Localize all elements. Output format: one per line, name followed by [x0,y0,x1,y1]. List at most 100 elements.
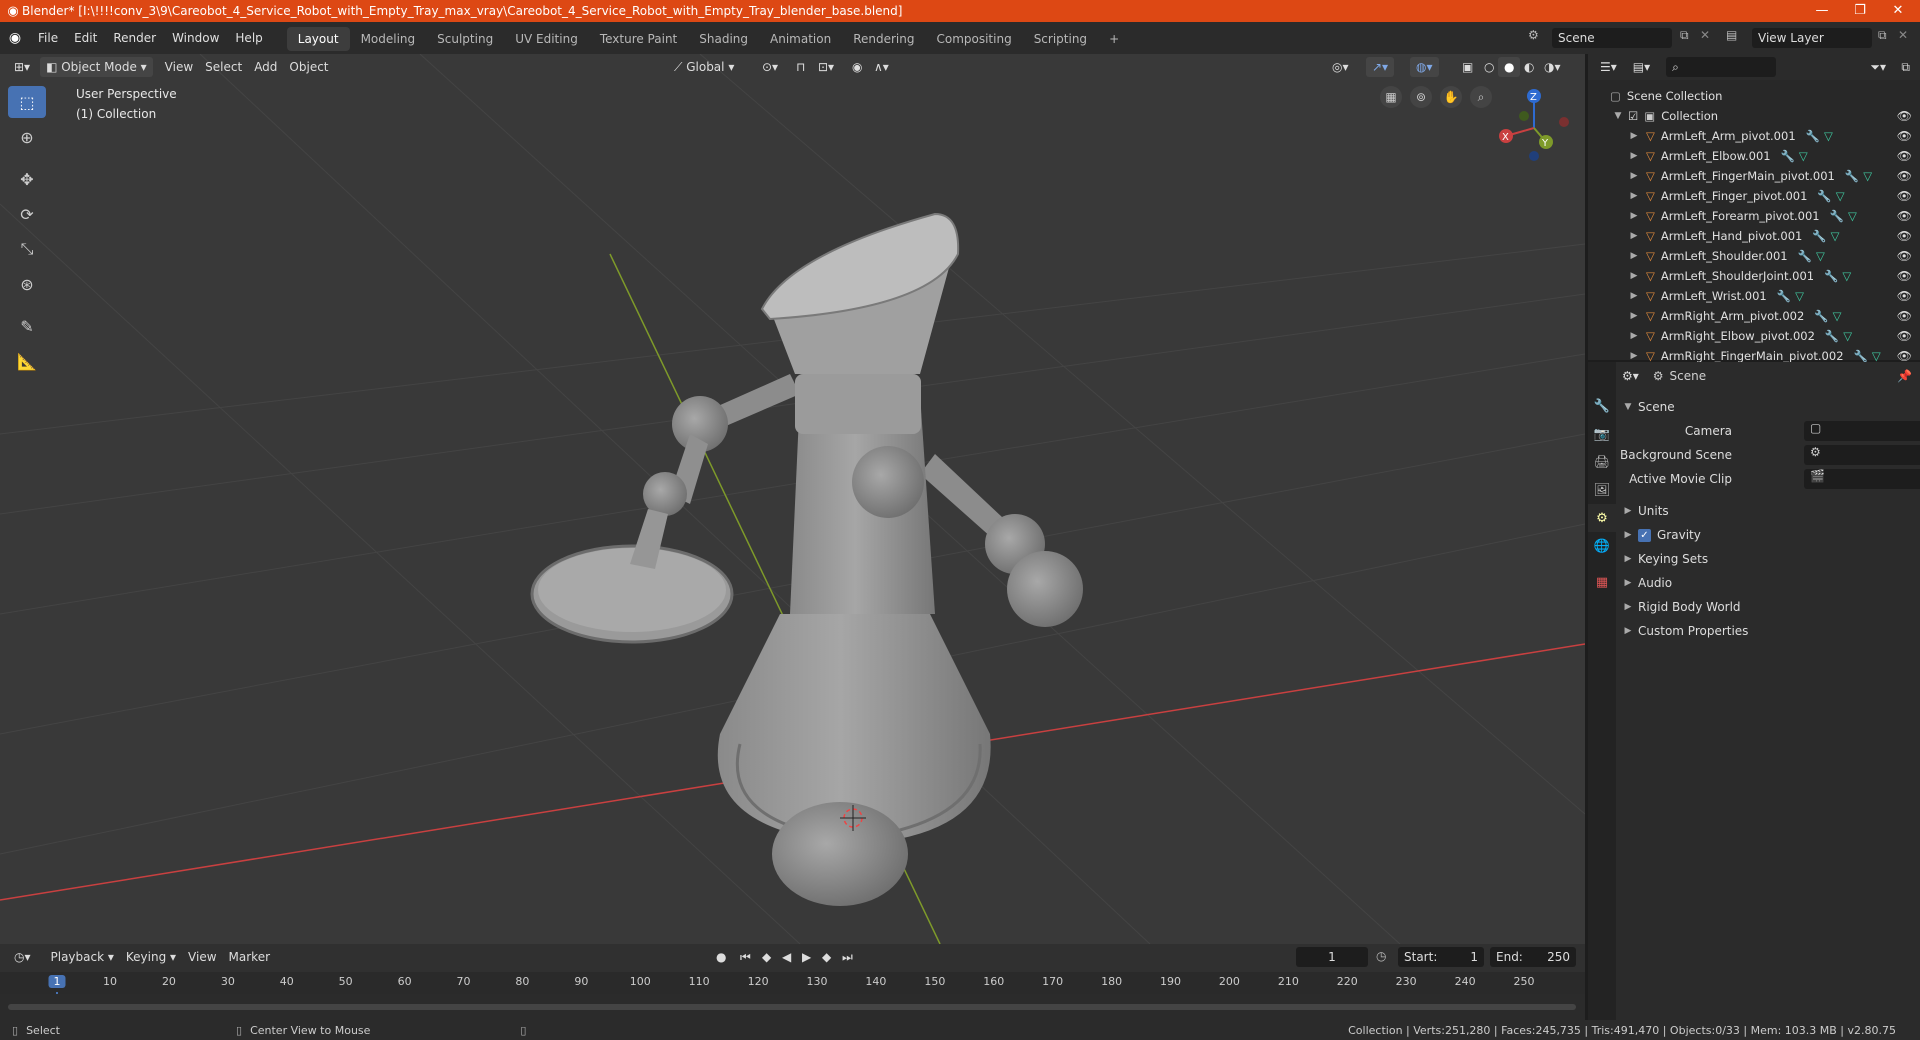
item-expand-icon[interactable]: ▶ [1628,171,1640,181]
pivot-icon[interactable]: ⊙▾ [756,57,784,77]
item-expand-icon[interactable]: ▶ [1628,151,1640,161]
tool-tab-icon[interactable]: 🔧 [1588,392,1616,420]
zoom-icon[interactable]: ⌕ [1470,86,1492,108]
filter-icon[interactable]: ⏷▾ [1864,57,1892,77]
gravity-expand-icon[interactable]: ▶ [1622,530,1634,540]
timeline-menu-marker[interactable]: Marker [223,947,276,967]
modifier-icon[interactable]: 🔧 [1825,329,1839,343]
menu-file[interactable]: File [30,22,66,54]
item-visibility-icon[interactable]: 👁 [1897,289,1912,303]
outliner-item[interactable]: ▶ ▽ ArmLeft_FingerMain_pivot.001 🔧 ▽ 👁 [1588,166,1920,186]
item-expand-icon[interactable]: ▶ [1628,211,1640,221]
display-mode-icon[interactable]: ▤▾ [1627,57,1656,77]
editor-type-icon[interactable]: ⊞▾ [8,57,36,77]
modifier-icon[interactable]: 🔧 [1830,209,1844,223]
blender-menu-icon[interactable]: ◉ [0,30,30,46]
mesh-data-icon[interactable]: ▽ [1848,209,1857,223]
scene-field[interactable]: Scene [1552,28,1672,48]
outliner-search-input[interactable]: ⌕ [1666,57,1777,77]
tab-shading[interactable]: Shading [688,27,759,51]
outliner-scene-collection[interactable]: ▢ Scene Collection [1588,86,1920,106]
modifier-icon[interactable]: 🔧 [1814,309,1828,323]
outliner-item[interactable]: ▶ ▽ ArmLeft_Elbow.001 🔧 ▽ 👁 [1588,146,1920,166]
new-view-layer-icon[interactable]: ⧉ [1878,28,1887,43]
mesh-data-icon[interactable]: ▽ [1863,169,1872,183]
mode-dropdown[interactable]: ◧ Object Mode ▾ [40,57,153,77]
modifier-icon[interactable]: 🔧 [1845,169,1859,183]
play-icon[interactable]: ▶ [796,947,817,967]
outliner-item[interactable]: ▶ ▽ ArmLeft_Forearm_pivot.001 🔧 ▽ 👁 [1588,206,1920,226]
mesh-data-icon[interactable]: ▽ [1836,189,1845,203]
mesh-data-icon[interactable]: ▽ [1833,309,1842,323]
measure-tool-icon[interactable]: 📐 [8,345,46,377]
viewport-menu-add[interactable]: Add [248,57,283,77]
pin-icon[interactable]: 📌 [1897,369,1912,383]
item-visibility-icon[interactable]: 👁 [1897,329,1912,343]
transform-tool-icon[interactable]: ⊛ [8,268,46,300]
item-expand-icon[interactable]: ▶ [1628,191,1640,201]
prev-keyframe-icon[interactable]: ◆ [756,947,777,967]
tab-animation[interactable]: Animation [759,27,842,51]
scale-tool-icon[interactable]: ⤡ [8,233,46,265]
menu-edit[interactable]: Edit [66,22,105,54]
next-keyframe-icon[interactable]: ◆ [816,947,837,967]
item-expand-icon[interactable]: ▶ [1628,331,1640,341]
units-expand-icon[interactable]: ▶ [1622,506,1634,516]
mesh-data-icon[interactable]: ▽ [1824,129,1833,143]
close-button[interactable]: ✕ [1876,0,1920,22]
modifier-icon[interactable]: 🔧 [1781,149,1795,163]
collection-checkbox[interactable]: ☑ [1628,109,1638,123]
outliner-item[interactable]: ▶ ▽ ArmLeft_Finger_pivot.001 🔧 ▽ 👁 [1588,186,1920,206]
timeline-ruler[interactable]: 1 10 20 30 40 50 60 70 80 90 100 110 120 130 140 150 160… [0,972,1585,1020]
overlay-toggle-icon[interactable]: ◍▾ [1410,57,1439,77]
modifier-icon[interactable]: 🔧 [1798,249,1812,263]
audio-expand-icon[interactable]: ▶ [1622,578,1634,588]
item-visibility-icon[interactable]: 👁 [1897,189,1912,203]
outliner-item[interactable]: ▶ ▽ ArmLeft_ShoulderJoint.001 🔧 ▽ 👁 [1588,266,1920,286]
item-visibility-icon[interactable]: 👁 [1897,149,1912,163]
visibility-icon[interactable]: ◎▾ [1326,57,1355,77]
tab-sculpting[interactable]: Sculpting [426,27,504,51]
viewport-menu-object[interactable]: Object [283,57,334,77]
outliner-item[interactable]: ▶ ▽ ArmRight_Arm_pivot.002 🔧 ▽ 👁 [1588,306,1920,326]
item-visibility-icon[interactable]: 👁 [1897,169,1912,183]
outliner-collection[interactable]: ▼ ☑ ▣ Collection 👁 [1588,106,1920,126]
menu-render[interactable]: Render [105,22,164,54]
robot-model[interactable] [530,212,1083,906]
end-frame-field[interactable]: End: 250 [1490,947,1576,967]
modifier-icon[interactable]: 🔧 [1777,289,1791,303]
viewport-menu-view[interactable]: View [159,57,199,77]
view-layer-icon[interactable]: ▤ [1726,28,1737,42]
new-collection-icon[interactable]: ⧉ [1895,57,1916,77]
item-visibility-icon[interactable]: 👁 [1897,129,1912,143]
snap-icon[interactable]: ⊓ [790,57,811,77]
viewport-menu-select[interactable]: Select [199,57,248,77]
tab-layout[interactable]: Layout [286,27,350,51]
timeline-menu-view[interactable]: View [182,947,222,967]
tab-uv-editing[interactable]: UV Editing [504,27,589,51]
snap-target-icon[interactable]: ⊡▾ [812,57,840,77]
mesh-data-icon[interactable]: ▽ [1843,329,1852,343]
item-visibility-icon[interactable]: 👁 [1897,209,1912,223]
mesh-data-icon[interactable]: ▽ [1831,229,1840,243]
gizmo-toggle-icon[interactable]: ↗▾ [1366,57,1395,77]
cursor-tool-icon[interactable]: ⊕ [8,121,46,153]
item-visibility-icon[interactable]: 👁 [1897,269,1912,283]
modifier-icon[interactable]: 🔧 [1824,269,1838,283]
item-visibility-icon[interactable]: 👁 [1897,249,1912,263]
annotate-tool-icon[interactable]: ✎ [8,310,46,342]
jump-end-icon[interactable]: ⏭ [836,947,859,967]
item-visibility-icon[interactable]: 👁 [1897,229,1912,243]
outliner-item[interactable]: ▶ ▽ ArmLeft_Hand_pivot.001 🔧 ▽ 👁 [1588,226,1920,246]
menu-window[interactable]: Window [164,22,227,54]
item-expand-icon[interactable]: ▶ [1628,351,1640,361]
custom-properties-panel[interactable]: ▶ Custom Properties [1622,620,1912,642]
keying-sets-panel[interactable]: ▶ Keying Sets [1622,548,1912,570]
output-tab-icon[interactable]: 🖨 [1588,448,1616,476]
rigid-body-world-panel[interactable]: ▶ Rigid Body World [1622,596,1912,618]
add-workspace-icon[interactable]: + [1098,27,1130,51]
outliner-item[interactable]: ▶ ▽ ArmLeft_Arm_pivot.001 🔧 ▽ 👁 [1588,126,1920,146]
item-expand-icon[interactable]: ▶ [1628,291,1640,301]
movie-clip-field[interactable]: 🎬 [1804,469,1920,489]
timeline-menu-playback[interactable]: Playback ▾ [45,947,120,967]
